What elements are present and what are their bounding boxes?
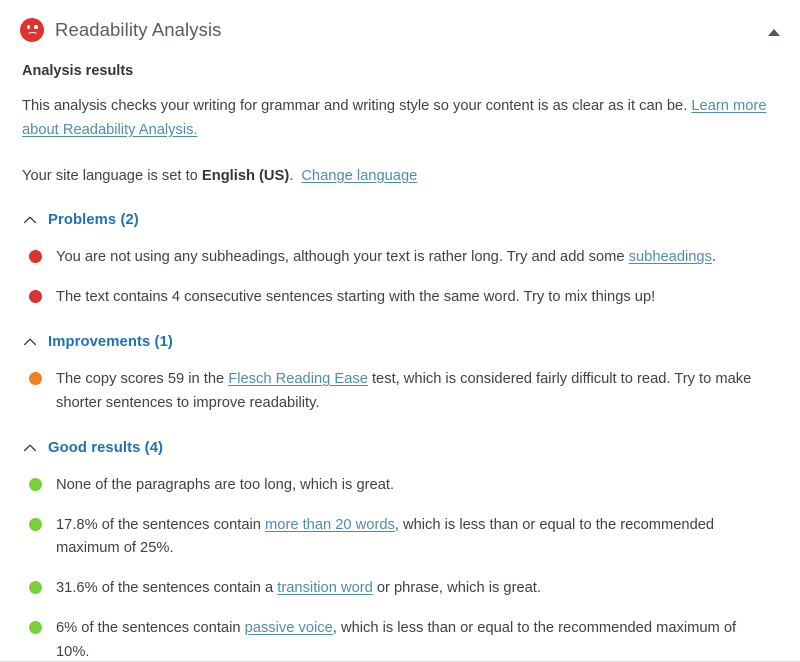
flesch-reading-ease-link[interactable]: Flesch Reading Ease <box>228 371 368 387</box>
improvements-list: The copy scores 59 in the Flesch Reading… <box>20 368 780 416</box>
list-item-text: The copy scores 59 in the Flesch Reading… <box>56 368 768 416</box>
status-bullet-ok-icon <box>29 372 42 386</box>
status-bullet-good-icon <box>29 517 42 531</box>
subheadings-link[interactable]: subheadings <box>629 249 712 265</box>
list-item-text-before: None of the paragraphs are too long, whi… <box>56 476 395 493</box>
chevron-up-icon <box>23 444 37 451</box>
list-item: 17.8% of the sentences contain more than… <box>20 514 780 562</box>
list-item-text: The text contains 4 consecutive sentence… <box>56 286 655 310</box>
list-item-text: 6% of the sentences contain passive voic… <box>56 617 768 661</box>
analysis-results-heading: Analysis results <box>22 63 134 79</box>
list-item-text: You are not using any subheadings, altho… <box>56 246 716 270</box>
list-item-text-after: or phrase, which is great. <box>372 580 541 597</box>
passive-voice-link[interactable]: passive voice <box>245 620 333 636</box>
status-bullet-good-icon <box>29 581 42 595</box>
intro-text: This analysis checks your writing for gr… <box>22 98 692 115</box>
sad-face-mouth <box>26 31 38 38</box>
list-item: 31.6% of the sentences contain a transit… <box>20 577 780 601</box>
good-results-list: None of the paragraphs are too long, whi… <box>20 474 780 661</box>
section-good-results: Good results (4) None of the paragraphs … <box>20 440 780 661</box>
list-item: The copy scores 59 in the Flesch Reading… <box>20 368 780 416</box>
list-item-text-before: 31.6% of the sentences contain a <box>56 580 278 597</box>
section-good-results-label: Good results (4) <box>48 439 164 456</box>
list-item-text-before: You are not using any subheadings, altho… <box>56 249 629 266</box>
sad-face-eye-right <box>34 25 38 30</box>
status-bullet-bad-icon <box>29 250 42 264</box>
section-problems-label: Problems (2) <box>48 212 139 229</box>
list-item-text: 31.6% of the sentences contain a transit… <box>56 577 541 601</box>
panel-body: Analysis results This analysis checks yo… <box>0 61 800 661</box>
section-improvements: Improvements (1) The copy scores 59 in t… <box>20 334 780 416</box>
readability-analysis-panel: Readability Analysis Analysis results Th… <box>0 0 800 662</box>
transition-word-link[interactable]: transition word <box>277 580 373 596</box>
chevron-up-icon <box>23 217 37 224</box>
section-problems: Problems (2) You are not using any subhe… <box>20 212 780 310</box>
panel-collapse-button[interactable] <box>764 22 784 42</box>
section-improvements-header[interactable]: Improvements (1) <box>22 334 780 350</box>
panel-header: Readability Analysis <box>0 0 800 46</box>
section-improvements-label: Improvements (1) <box>48 334 173 351</box>
sad-face-icon <box>20 18 44 42</box>
status-bullet-good-icon <box>29 477 42 491</box>
list-item-text-after: . <box>711 249 717 266</box>
list-item-text-before: 6% of the sentences contain <box>56 619 245 636</box>
list-item-text: None of the paragraphs are too long, whi… <box>56 474 394 498</box>
status-bullet-bad-icon <box>29 290 42 304</box>
list-item-text-before: The copy scores 59 in the <box>56 371 229 388</box>
list-item-text-before: The text contains 4 consecutive sentence… <box>56 289 656 306</box>
list-item: None of the paragraphs are too long, whi… <box>20 474 780 498</box>
list-item: The text contains 4 consecutive sentence… <box>20 286 780 310</box>
site-language-prefix: Your site language is set to <box>22 167 202 184</box>
site-language-line: Your site language is set to English (US… <box>22 165 780 189</box>
list-item-text-before: 17.8% of the sentences contain <box>56 516 266 533</box>
site-language-suffix: . <box>289 167 294 184</box>
caret-up-icon <box>768 28 780 36</box>
section-good-results-header[interactable]: Good results (4) <box>22 440 780 456</box>
change-language-link[interactable]: Change language <box>301 168 417 184</box>
list-item: 6% of the sentences contain passive voic… <box>20 617 780 661</box>
status-bullet-good-icon <box>29 620 42 634</box>
problems-list: You are not using any subheadings, altho… <box>20 246 780 310</box>
sad-face-eye-left <box>26 25 30 30</box>
section-problems-header[interactable]: Problems (2) <box>22 212 780 228</box>
list-item: You are not using any subheadings, altho… <box>20 246 780 270</box>
list-item-text: 17.8% of the sentences contain more than… <box>56 514 768 562</box>
site-language-value: English (US) <box>201 167 290 184</box>
intro-paragraph: This analysis checks your writing for gr… <box>22 95 780 143</box>
page-title: Readability Analysis <box>55 18 222 40</box>
more-than-20-words-link[interactable]: more than 20 words <box>265 517 395 533</box>
chevron-up-icon <box>23 338 37 346</box>
